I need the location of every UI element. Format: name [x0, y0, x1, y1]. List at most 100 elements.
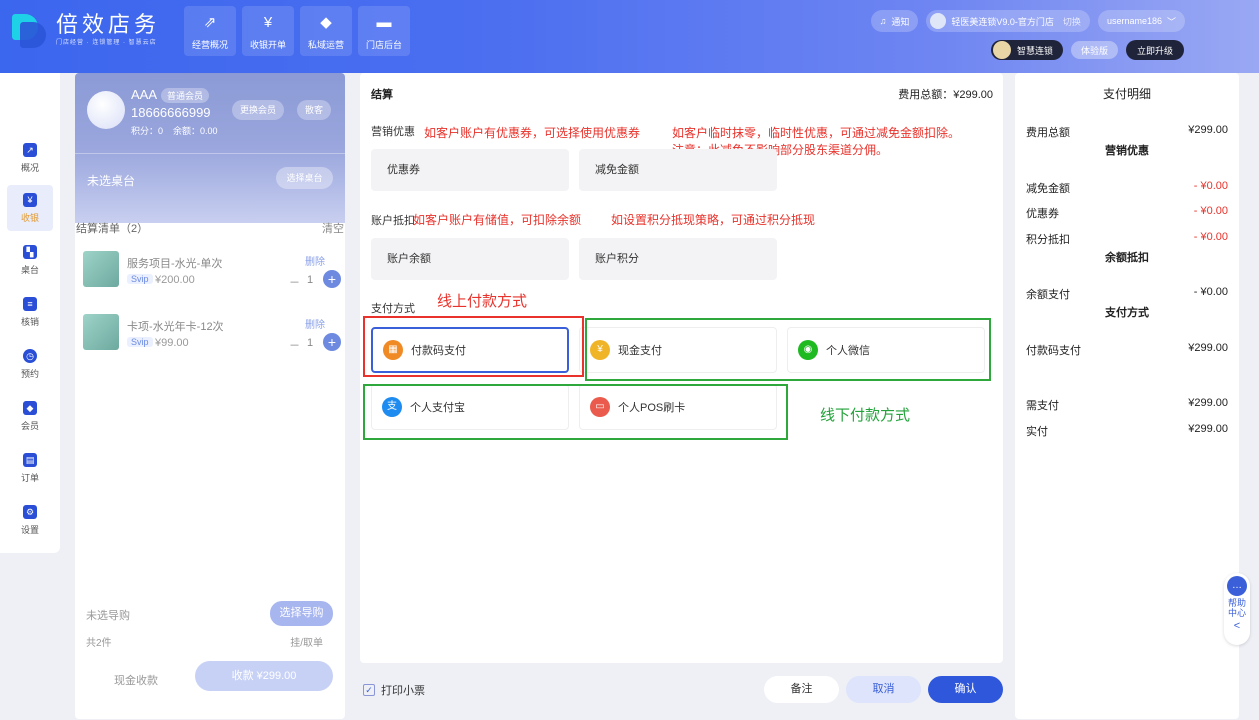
leftnav-member[interactable]: ◆ 会员 — [7, 393, 53, 439]
member-points: 积分：0 — [131, 126, 164, 136]
diamond-icon: ◆ — [23, 401, 37, 415]
clock-icon: ◷ — [23, 349, 37, 363]
balance-annotation: 如客户账户有储值，可扣除余额 — [413, 213, 582, 227]
leftnav-verify[interactable]: ≡ 核销 — [7, 289, 53, 335]
note-button[interactable]: 备注 — [764, 676, 839, 703]
guide-status: 未选导购 — [86, 610, 130, 622]
cancel-button[interactable]: 取消 — [846, 676, 921, 703]
store-switcher[interactable]: 轻医美连锁V9.0-官方门店 切换 — [926, 10, 1090, 32]
checkout-panel: 结算 费用总额：¥299.00 营销优惠 如客户账户有优惠券，可选择使用优惠券 … — [360, 73, 1003, 663]
leftnav-table[interactable]: ▚ 桌台 — [7, 237, 53, 283]
decrease-qty-button[interactable]: － — [289, 274, 300, 290]
leftnav-overview[interactable]: ↗ 概况 — [7, 135, 53, 181]
hold-order-button[interactable]: 挂/取单 — [290, 634, 323, 649]
payment-detail-panel: 支付明细 费用总额 ¥299.00 营销优惠 减免金额 - ¥0.00 优惠券 - ¥… — [1015, 73, 1239, 719]
topnav-overview[interactable]: ⇗ 经营概况 — [184, 6, 236, 56]
brand-subtitle: 门店经营 · 连锁管理 · 智慧云店 — [56, 39, 157, 46]
account-points-field[interactable]: 账户积分 — [579, 238, 777, 280]
reduce-annotation: 如客户临时抹零，临时性优惠，可通过减免金额扣除。 — [672, 126, 961, 140]
ticket-icon: ≡ — [23, 297, 37, 311]
guest-button[interactable]: 散客 — [297, 100, 332, 120]
brand-title: 倍效店务 — [56, 11, 161, 37]
logo-mark-icon — [12, 10, 48, 48]
confirm-button[interactable]: 确认 — [928, 676, 1003, 703]
cart-footer: 未选导购 选择导购 共2件 挂/取单 现金收款 收款 ¥299.00 — [75, 588, 345, 719]
detail-row: 需支付 ¥299.00 — [1026, 397, 1228, 412]
product-thumbnail — [83, 314, 119, 350]
reduce-amount-field[interactable]: 减免金额 — [579, 149, 777, 191]
detail-row: 付款码支付 ¥299.00 — [1026, 342, 1228, 357]
help-center-button[interactable]: … 帮助 中心 < — [1224, 573, 1250, 645]
detail-row: 优惠券 - ¥0.00 — [1026, 205, 1228, 220]
svip-badge: Svip — [127, 337, 153, 347]
store-avatar — [930, 13, 947, 29]
select-table-button[interactable]: 选择桌台 — [276, 167, 333, 189]
leftnav-settings[interactable]: ⚙ 设置 — [7, 497, 53, 543]
user-menu[interactable]: username186 ﹀ — [1097, 10, 1185, 32]
total-amount: 费用总额：¥299.00 — [898, 89, 993, 101]
upgrade-button[interactable]: 立即升级 — [1125, 40, 1184, 60]
account-section-label: 账户抵扣 — [371, 215, 415, 227]
coupon-field[interactable]: 优惠券 — [371, 149, 569, 191]
member-phone: 18666666999 — [131, 105, 211, 120]
chevron-down-icon: ﹀ — [1166, 16, 1176, 27]
delete-item-button[interactable]: 删除 — [305, 253, 325, 268]
online-annotation: 线上付款方式 — [437, 293, 528, 310]
points-annotation: 如设置积分抵现策略，可通过积分抵现 — [611, 213, 816, 227]
decrease-qty-button[interactable]: － — [289, 337, 300, 353]
increase-qty-button[interactable]: + — [323, 333, 341, 351]
trial-badge: 体验版 — [1070, 41, 1118, 59]
divider — [75, 153, 345, 154]
detail-row: 费用总额 ¥299.00 — [1026, 124, 1228, 139]
offline-methods-frame — [585, 318, 991, 381]
chat-icon: … — [1227, 576, 1247, 596]
gear-icon: ⚙ — [23, 505, 37, 519]
pay-section-label: 支付方式 — [371, 303, 415, 315]
topnav-private[interactable]: ◆ 私域运营 — [300, 6, 352, 56]
list-item: 服务项目-水光-单次 Svip ¥200.00 删除 － 1 + — [83, 249, 341, 299]
clear-cart-button[interactable]: 清空 — [322, 220, 344, 236]
promo-annotation: 如客户账户有优惠券，可选择使用优惠券 — [424, 126, 641, 140]
detail-row: 积分抵扣 - ¥0.00 — [1026, 231, 1228, 246]
detail-row: 实付 ¥299.00 — [1026, 423, 1228, 438]
leftnav-booking[interactable]: ◷ 预约 — [7, 341, 53, 387]
leftnav-order[interactable]: ▤ 订单 — [7, 445, 53, 491]
leftnav-cashier[interactable]: ¥ 收银 — [7, 185, 53, 231]
member-level-badge: 普通会员 — [161, 88, 210, 104]
chain-badge[interactable]: 智慧连锁 — [990, 40, 1063, 60]
left-nav: ↗ 概况 ¥ 收银 ▚ 桌台 ≡ 核销 ◷ 预约 ◆ 会员 ▤ 订单 ⚙ 设置 — [0, 73, 60, 553]
chart-icon: ↗ — [23, 143, 37, 157]
notify-button[interactable]: ♫ 通知 — [870, 10, 919, 32]
checkout-actions: ✓ 打印小票 备注 取消 确认 — [360, 672, 1003, 706]
bell-icon: ♫ — [879, 16, 887, 26]
store-icon: ▬ — [376, 14, 392, 31]
topnav-store-admin[interactable]: ▬ 门店后台 — [358, 6, 410, 56]
offline-annotation: 线下付款方式 — [820, 407, 911, 424]
cashier-icon: ¥ — [263, 14, 273, 31]
item-count: 共2件 — [86, 638, 112, 649]
detail-row: 余额支付 - ¥0.00 — [1026, 286, 1228, 301]
offline-methods-frame — [363, 384, 788, 440]
item-quantity: 1 — [307, 337, 314, 349]
avatar — [87, 91, 125, 129]
delete-item-button[interactable]: 删除 — [305, 316, 325, 331]
topnav-cashier[interactable]: ¥ 收银开单 — [242, 6, 294, 56]
brand-logo[interactable]: 倍效店务 门店经营 · 连锁管理 · 智慧云店 — [12, 10, 160, 48]
page-title: 结算 — [371, 89, 393, 101]
check-icon: ✓ — [363, 684, 375, 696]
item-quantity: 1 — [307, 274, 314, 286]
svip-badge: Svip — [127, 274, 153, 284]
account-balance-field[interactable]: 账户余额 — [371, 238, 569, 280]
select-guide-button[interactable]: 选择导购 — [270, 601, 333, 626]
detail-group-title: 支付方式 — [1105, 307, 1149, 319]
print-receipt-checkbox[interactable]: ✓ 打印小票 — [363, 682, 425, 698]
cash-collect-button[interactable]: 现金收款 — [114, 672, 158, 688]
member-panel: AAA 普通会员 18666666999 积分：0 余额：0.00 更换会员 散客… — [75, 73, 345, 719]
increase-qty-button[interactable]: + — [323, 270, 341, 288]
chevron-left-icon: < — [1233, 620, 1241, 632]
collect-payment-button[interactable]: 收款 ¥299.00 — [195, 661, 333, 691]
change-member-button[interactable]: 更换会员 — [232, 100, 285, 120]
clipboard-icon: ▤ — [23, 453, 37, 467]
detail-title: 支付明细 — [1102, 87, 1151, 101]
table-status: 未选桌台 — [87, 174, 136, 188]
